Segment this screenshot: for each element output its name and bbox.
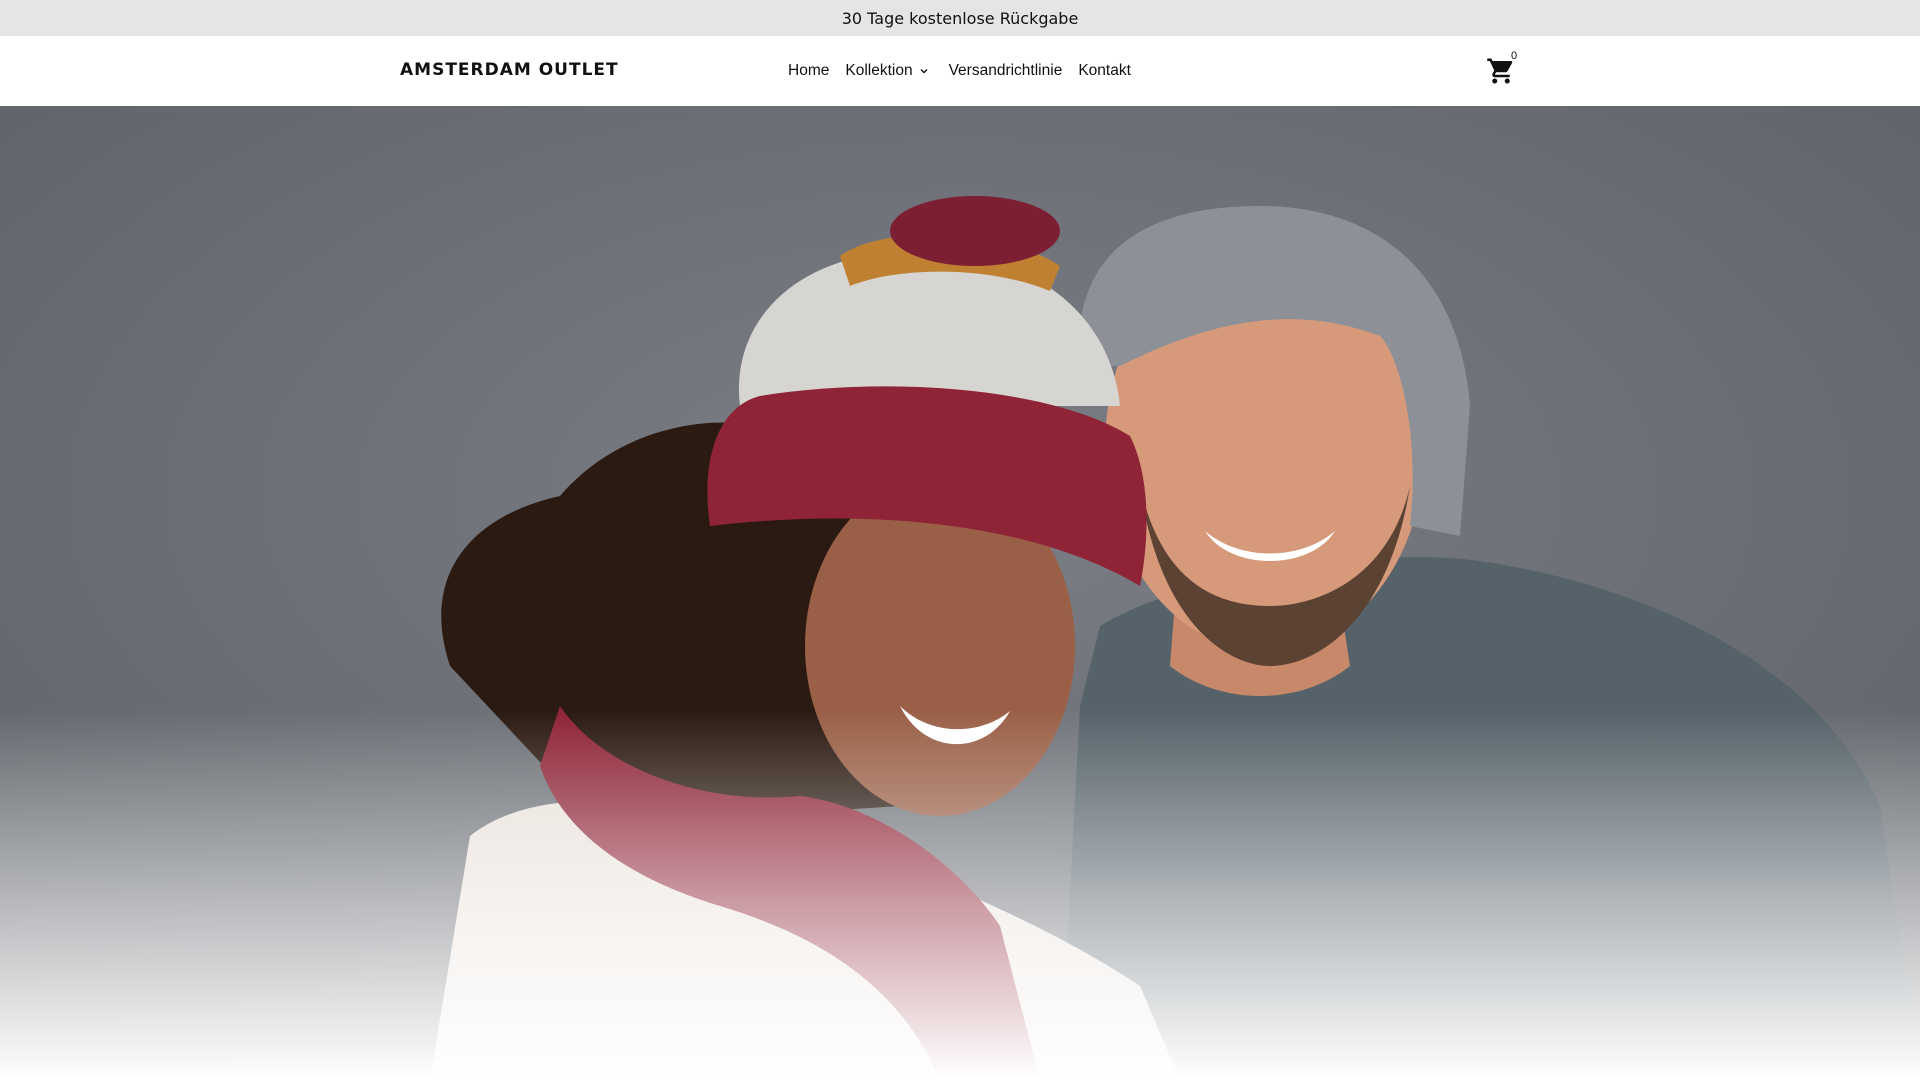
cart-count-badge: 0 [1511, 50, 1518, 62]
announcement-text: 30 Tage kostenlose Rückgabe [841, 8, 1079, 28]
nav-versandrichtlinie[interactable]: Versandrichtlinie [949, 62, 1063, 80]
nav-kollektion[interactable]: Kollektion [845, 62, 928, 80]
nav-home-label: Home [788, 62, 830, 79]
nav-kontakt-label: Kontakt [1078, 62, 1131, 79]
site-logo[interactable]: AMSTERDAM OUTLET [400, 60, 619, 80]
chevron-down-icon [920, 69, 928, 74]
nav-home[interactable]: Home [788, 62, 829, 80]
site-header: AMSTERDAM OUTLET Home Kollektion Versand… [0, 36, 1920, 106]
main-nav: Home Kollektion Versandrichtlinie Kontak… [788, 62, 1131, 80]
nav-versand-label: Versandrichtlinie [948, 62, 1063, 79]
hero-banner [0, 106, 1920, 1080]
nav-kollektion-label: Kollektion [845, 62, 913, 79]
hero-fade-overlay [0, 106, 1920, 1080]
nav-kontakt[interactable]: Kontakt [1078, 62, 1131, 80]
announcement-bar: 30 Tage kostenlose Rückgabe [0, 0, 1920, 36]
